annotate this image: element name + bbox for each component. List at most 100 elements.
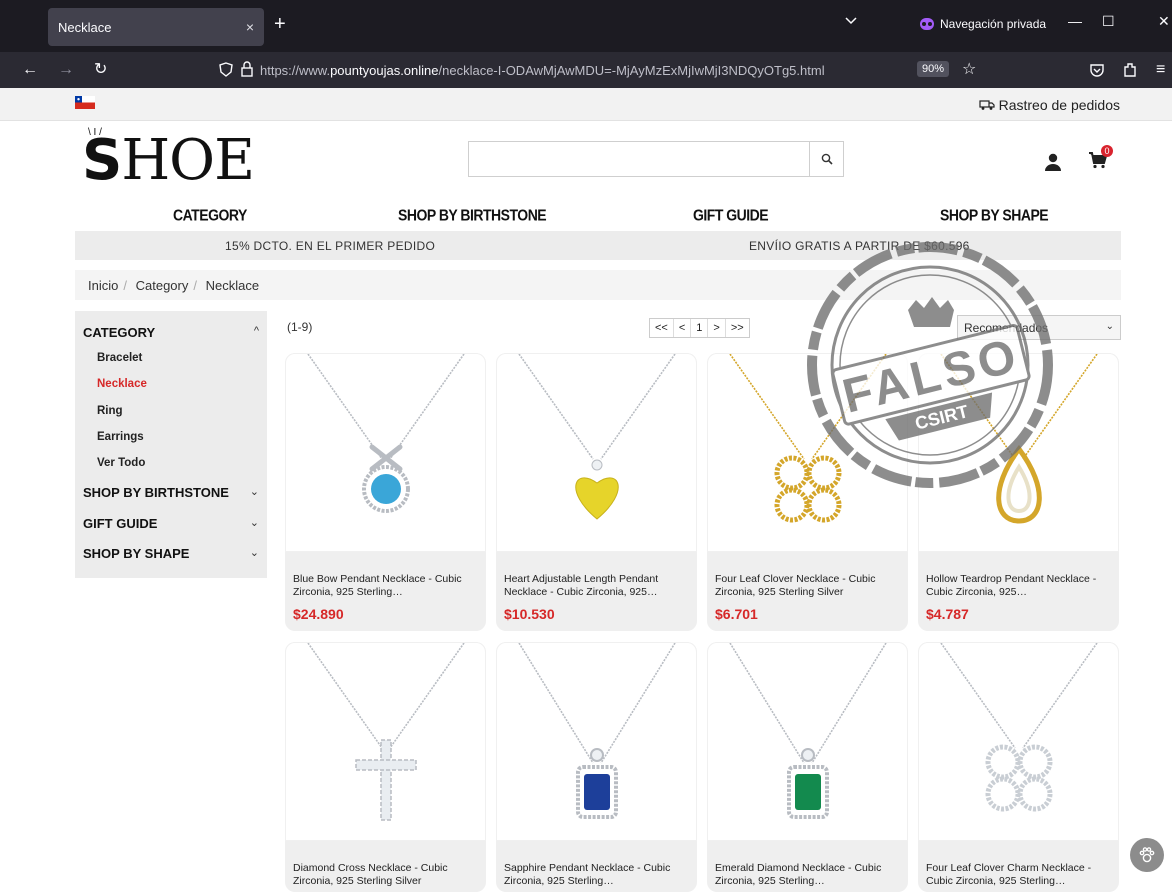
product-image[interactable] — [918, 353, 1119, 552]
product-image[interactable] — [496, 353, 697, 552]
browser-nav-bar: ← → ↻ https://www.pountyoujas.online/nec… — [0, 52, 1172, 88]
product-image[interactable] — [707, 642, 908, 841]
product-card[interactable]: Heart Adjustable Length Pendant Necklace… — [496, 353, 697, 631]
necklace-illustration — [518, 643, 676, 819]
tab-list-chevron-icon[interactable] — [845, 17, 857, 25]
sidebar-item-necklace[interactable]: Necklace — [97, 378, 147, 390]
pager-prev[interactable]: < — [674, 319, 692, 337]
url-text: https://www.pountyoujas.online/necklace-… — [260, 62, 825, 78]
breadcrumb-current: Necklace — [205, 278, 260, 293]
category-sidebar: CATEGORY ^ Bracelet Necklace Ring Earrin… — [75, 311, 267, 578]
product-card[interactable]: Four Leaf Clover Necklace - Cubic Zircon… — [707, 353, 908, 631]
menu-icon[interactable]: ≡ — [1156, 60, 1165, 80]
product-card[interactable]: Four Leaf Clover Charm Necklace - Cubic … — [918, 642, 1119, 892]
promo-discount: 15% DCTO. EN EL PRIMER PEDIDO — [225, 239, 436, 253]
browser-tab-bar: Necklace × + Navegación privada — ☐ ✕ — [0, 0, 1172, 52]
product-title[interactable]: Hollow Teardrop Pendant Necklace - Cubic… — [918, 552, 1119, 606]
maximize-icon[interactable]: ☐ — [1102, 13, 1115, 30]
sidebar-section-shop-by-shape[interactable]: SHOP BY SHAPE — [83, 546, 189, 561]
pagination: << < 1 > >> — [649, 318, 750, 338]
promo-shipping: ENVÍIO GRATIS A PARTIR DE $60.596 — [749, 239, 970, 253]
forward-icon[interactable]: → — [58, 60, 74, 80]
product-title[interactable]: Heart Adjustable Length Pendant Necklace… — [496, 552, 697, 606]
tab-close-icon[interactable]: × — [246, 19, 254, 35]
back-icon[interactable]: ← — [22, 60, 38, 80]
product-price: $6.701 — [715, 606, 758, 622]
shield-icon[interactable] — [218, 62, 234, 78]
sidebar-section-category[interactable]: CATEGORY — [83, 325, 155, 340]
nav-shop-by-shape[interactable]: SHOP BY SHAPE — [940, 206, 1049, 224]
private-browsing-label: Navegación privada — [940, 17, 1047, 31]
nav-gift-guide[interactable]: GIFT GUIDE — [693, 206, 769, 224]
sidebar-section-gift-guide[interactable]: GIFT GUIDE — [83, 516, 157, 531]
product-price: $10.530 — [504, 606, 555, 622]
lock-icon[interactable] — [240, 61, 254, 78]
breadcrumb-category[interactable]: Category — [136, 278, 189, 293]
nav-shop-by-birthstone[interactable]: SHOP BY BIRTHSTONE — [398, 206, 547, 224]
product-title[interactable]: Diamond Cross Necklace - Cubic Zirconia,… — [285, 841, 486, 892]
product-card[interactable]: Hollow Teardrop Pendant Necklace - Cubic… — [918, 353, 1119, 631]
product-card[interactable]: Diamond Cross Necklace - Cubic Zirconia,… — [285, 642, 486, 892]
chile-flag-icon[interactable] — [75, 96, 95, 109]
private-mask-icon — [920, 18, 934, 30]
search-button[interactable] — [809, 142, 843, 176]
necklace-illustration — [307, 643, 465, 821]
promo-banner: 15% DCTO. EN EL PRIMER PEDIDO ENVÍIO GRA… — [75, 231, 1121, 260]
product-image[interactable] — [496, 642, 697, 841]
chevron-up-icon[interactable]: ^ — [254, 325, 259, 337]
product-title[interactable]: Blue Bow Pendant Necklace - Cubic Zircon… — [285, 552, 486, 606]
user-icon[interactable] — [1044, 153, 1062, 171]
sidebar-section-birthstone[interactable]: SHOP BY BIRTHSTONE — [83, 485, 229, 500]
product-image[interactable] — [285, 642, 486, 841]
new-tab-button[interactable]: + — [274, 14, 286, 34]
necklace-illustration — [307, 354, 465, 513]
pager-last[interactable]: >> — [726, 319, 749, 337]
product-title[interactable]: Four Leaf Clover Necklace - Cubic Zircon… — [707, 552, 908, 606]
necklace-illustration — [729, 643, 887, 819]
sort-select[interactable]: Recomendados ⌄ — [957, 315, 1121, 340]
chevron-down-icon[interactable]: ⌄ — [250, 516, 259, 529]
track-orders-label: Rastreo de pedidos — [998, 97, 1120, 113]
sidebar-item-ver-todo[interactable]: Ver Todo — [97, 457, 145, 469]
url-bar[interactable]: https://www.pountyoujas.online/necklace-… — [210, 56, 990, 84]
pager-page-1[interactable]: 1 — [691, 319, 709, 337]
necklace-illustration — [940, 354, 1098, 524]
pager-next[interactable]: > — [708, 319, 726, 337]
product-image[interactable] — [285, 353, 486, 552]
chevron-down-icon[interactable]: ⌄ — [250, 485, 259, 498]
necklace-illustration — [940, 643, 1098, 812]
product-card[interactable]: Sapphire Pendant Necklace - Cubic Zircon… — [496, 642, 697, 892]
product-title[interactable]: Sapphire Pendant Necklace - Cubic Zircon… — [496, 841, 697, 892]
sort-selected-value: Recomendados — [964, 321, 1049, 335]
bookmark-star-icon[interactable]: ☆ — [962, 60, 976, 80]
track-orders-link[interactable]: Rastreo de pedidos — [978, 97, 1120, 113]
product-title[interactable]: Emerald Diamond Necklace - Cubic Zirconi… — [707, 841, 908, 892]
product-title[interactable]: Four Leaf Clover Charm Necklace - Cubic … — [918, 841, 1119, 892]
chevron-down-icon[interactable]: ⌄ — [250, 546, 259, 559]
product-card[interactable]: Emerald Diamond Necklace - Cubic Zirconi… — [707, 642, 908, 892]
sidebar-item-earrings[interactable]: Earrings — [97, 431, 144, 443]
result-count: (1-9) — [287, 320, 313, 334]
minimize-icon[interactable]: — — [1068, 13, 1082, 29]
search-box[interactable] — [468, 141, 844, 177]
breadcrumb-home[interactable]: Inicio — [88, 278, 118, 293]
site-logo[interactable]: SHOE — [82, 131, 255, 191]
site-header: \ I / SHOE 0 — [0, 121, 1172, 201]
browser-tab[interactable]: Necklace × — [48, 8, 264, 46]
nav-category[interactable]: CATEGORY — [173, 206, 247, 224]
breadcrumb: Inicio / Category / Necklace — [75, 270, 1121, 300]
sidebar-item-bracelet[interactable]: Bracelet — [97, 352, 142, 364]
chat-widget-button[interactable] — [1130, 838, 1164, 872]
top-strip: Rastreo de pedidos — [0, 88, 1172, 121]
pager-first[interactable]: << — [650, 319, 674, 337]
zoom-level[interactable]: 90% — [917, 61, 950, 77]
product-card[interactable]: Blue Bow Pendant Necklace - Cubic Zircon… — [285, 353, 486, 631]
sidebar-item-ring[interactable]: Ring — [97, 405, 123, 417]
pocket-icon[interactable] — [1089, 62, 1105, 78]
extensions-icon[interactable] — [1122, 61, 1138, 79]
product-image[interactable] — [707, 353, 908, 552]
necklace-illustration — [729, 354, 887, 523]
close-window-icon[interactable]: ✕ — [1158, 13, 1170, 30]
reload-icon[interactable]: ↻ — [94, 60, 107, 80]
product-image[interactable] — [918, 642, 1119, 841]
